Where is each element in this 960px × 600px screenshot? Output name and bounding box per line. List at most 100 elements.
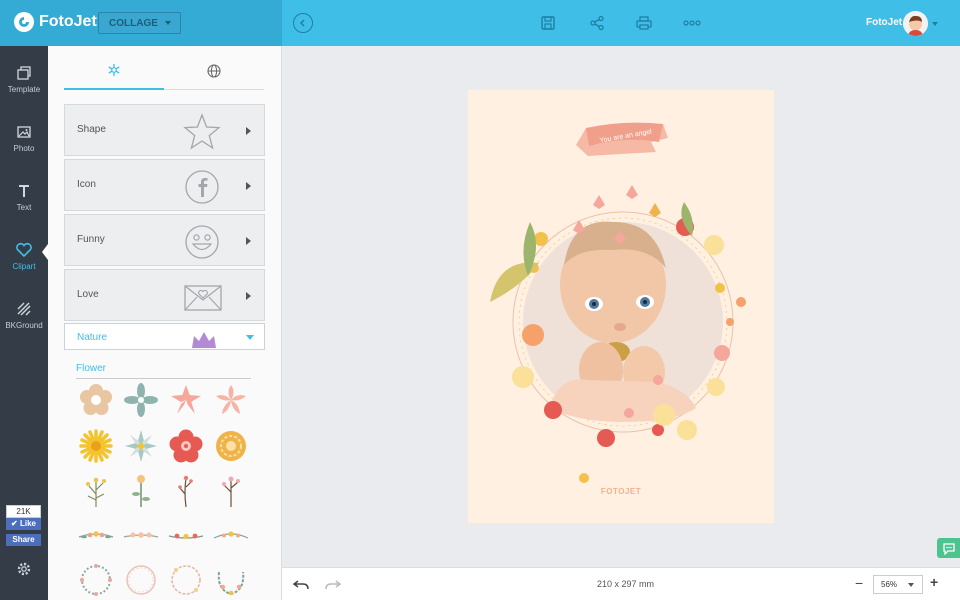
page-size-label: 210 x 297 mm bbox=[597, 579, 655, 589]
clipart-garland[interactable] bbox=[166, 516, 206, 556]
nav-item-template[interactable]: Template bbox=[0, 59, 48, 111]
template-icon bbox=[14, 63, 34, 83]
brand-name: FotoJet bbox=[39, 13, 97, 30]
category-label: Funny bbox=[77, 234, 105, 245]
clipart-flower-stem[interactable] bbox=[211, 470, 251, 510]
chevron-right-icon bbox=[246, 237, 251, 245]
mode-select-value: COLLAGE bbox=[109, 17, 158, 29]
gear-icon[interactable] bbox=[16, 561, 32, 582]
category-label: Nature bbox=[77, 332, 108, 343]
divider bbox=[76, 378, 251, 379]
zoom-value: 56% bbox=[881, 580, 898, 589]
fotojet-logo[interactable]: FotoJet bbox=[14, 12, 97, 32]
nav-label: Photo bbox=[13, 144, 35, 153]
clipart-wreath[interactable] bbox=[166, 560, 206, 600]
bottom-bar: 210 x 297 mm − 56% + bbox=[282, 567, 960, 600]
clipart-flower[interactable] bbox=[76, 380, 116, 420]
photo-icon bbox=[14, 122, 34, 142]
clipart-flower[interactable] bbox=[76, 426, 116, 466]
share-icon[interactable] bbox=[587, 13, 607, 33]
facebook-icon bbox=[185, 170, 219, 204]
tab-local-clipart[interactable] bbox=[64, 56, 164, 90]
nav-item-photo[interactable]: Photo bbox=[0, 118, 48, 170]
chat-icon[interactable] bbox=[937, 538, 960, 558]
zoom-in-button[interactable]: + bbox=[930, 574, 938, 590]
text-icon bbox=[14, 181, 34, 201]
brand-area: FotoJet COLLAGE bbox=[0, 0, 282, 46]
facebook-share-button[interactable]: Share bbox=[6, 534, 41, 546]
undo-icon[interactable] bbox=[293, 577, 309, 593]
heart-icon bbox=[14, 240, 34, 260]
clipart-flower[interactable] bbox=[166, 380, 206, 420]
category-shape[interactable]: Shape bbox=[64, 104, 265, 156]
avatar[interactable] bbox=[903, 11, 928, 36]
category-label: Shape bbox=[77, 124, 106, 135]
design-artwork: You are an angel bbox=[490, 122, 746, 483]
category-nature-select[interactable]: Nature bbox=[64, 323, 265, 350]
snowflake-icon bbox=[107, 63, 121, 82]
design-page[interactable]: You are an angel FOTOJET bbox=[468, 90, 774, 523]
clipart-flower-stem[interactable] bbox=[166, 470, 206, 510]
save-icon[interactable] bbox=[538, 13, 558, 33]
redo-icon[interactable] bbox=[325, 577, 341, 593]
clipart-flower-stem[interactable] bbox=[76, 470, 116, 510]
zoom-out-button[interactable]: − bbox=[855, 575, 863, 591]
envelope-heart-icon bbox=[184, 285, 222, 311]
nav-label: Text bbox=[16, 203, 32, 212]
category-funny[interactable]: Funny bbox=[64, 214, 265, 266]
clipart-wreath[interactable] bbox=[121, 560, 161, 600]
more-icon[interactable] bbox=[682, 13, 702, 33]
clipart-flower[interactable] bbox=[211, 380, 251, 420]
nav-label: Clipart bbox=[12, 262, 36, 271]
background-icon bbox=[14, 299, 34, 319]
chevron-right-icon bbox=[246, 182, 251, 190]
like-count: 21K bbox=[6, 505, 41, 518]
star-icon bbox=[183, 113, 221, 150]
nav-item-text[interactable]: Text bbox=[0, 177, 48, 229]
like-label: Like bbox=[19, 519, 36, 528]
section-title: Flower bbox=[76, 363, 107, 374]
left-nav: Template Photo Text Clipart BKGround 21K… bbox=[0, 46, 48, 600]
tab-online-clipart[interactable] bbox=[164, 56, 264, 90]
nav-item-background[interactable]: BKGround bbox=[0, 295, 48, 347]
clipart-garland[interactable] bbox=[76, 516, 116, 556]
ribbon-banner[interactable]: You are an angel bbox=[576, 122, 668, 156]
nav-label: Template bbox=[7, 85, 41, 94]
crown-icon bbox=[192, 332, 216, 348]
print-icon[interactable] bbox=[634, 13, 654, 33]
chevron-down-icon bbox=[165, 21, 171, 25]
nav-item-clipart[interactable]: Clipart bbox=[0, 236, 48, 288]
category-love[interactable]: Love bbox=[64, 269, 265, 321]
fotojet-watermark: FOTOJET bbox=[600, 487, 642, 496]
canvas-area: You are an angel FOTOJET bbox=[282, 46, 960, 567]
chevron-down-icon bbox=[246, 335, 254, 340]
mode-select[interactable]: COLLAGE bbox=[98, 12, 181, 34]
user-menu-caret-icon[interactable] bbox=[932, 22, 938, 26]
clipart-flower[interactable] bbox=[121, 426, 161, 466]
top-bar: FotoJet COLLAGE FotoJet bbox=[0, 0, 960, 46]
clipart-flower[interactable] bbox=[166, 426, 206, 466]
category-label: Icon bbox=[77, 179, 96, 190]
user-name[interactable]: FotoJet bbox=[866, 17, 902, 28]
panel-tabs bbox=[64, 56, 264, 90]
back-icon[interactable] bbox=[293, 13, 313, 33]
clipart-wreath[interactable] bbox=[211, 560, 251, 600]
clipart-flower[interactable] bbox=[121, 380, 161, 420]
clipart-panel: Shape Icon Funny Love Nature Flower bbox=[48, 46, 282, 600]
chevron-right-icon bbox=[246, 127, 251, 135]
clipart-wreath[interactable] bbox=[76, 560, 116, 600]
smiley-icon bbox=[185, 225, 219, 259]
clipart-flower[interactable] bbox=[211, 426, 251, 466]
clipart-flower-stem[interactable] bbox=[121, 470, 161, 510]
baby-photo[interactable] bbox=[523, 221, 723, 422]
nav-label: BKGround bbox=[5, 321, 43, 330]
category-label: Love bbox=[77, 289, 99, 300]
logo-icon bbox=[14, 12, 34, 32]
facebook-social: 21K ✔ Like Share bbox=[6, 505, 41, 546]
clipart-garland[interactable] bbox=[121, 516, 161, 556]
category-icon[interactable]: Icon bbox=[64, 159, 265, 211]
chevron-down-icon bbox=[908, 583, 914, 587]
clipart-garland[interactable] bbox=[211, 516, 251, 556]
like-button[interactable]: ✔ Like bbox=[6, 518, 41, 530]
zoom-select[interactable]: 56% bbox=[873, 575, 923, 594]
